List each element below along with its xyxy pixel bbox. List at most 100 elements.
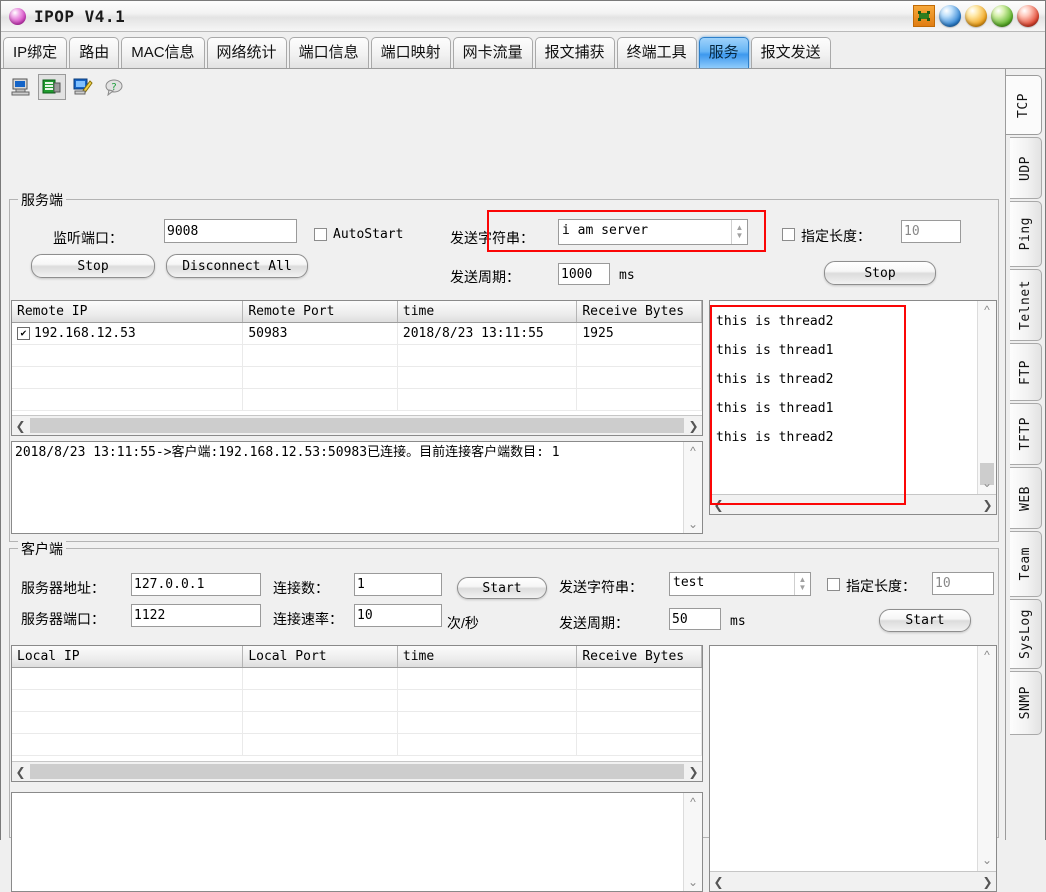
server-send-period-unit: ms: [619, 268, 635, 283]
scroll-left-icon[interactable]: ❮: [12, 419, 29, 433]
pin-icon[interactable]: [913, 5, 935, 27]
server-address-input[interactable]: [131, 573, 261, 596]
client-send-period-input[interactable]: [669, 608, 721, 630]
scroll-up-icon[interactable]: ^: [978, 301, 996, 319]
table-row: [12, 367, 702, 389]
table-row: [12, 690, 702, 712]
client-table-hscrollbar[interactable]: ❮ ❯: [12, 761, 702, 781]
side-tab-udp[interactable]: UDP: [1010, 137, 1042, 199]
scroll-up-icon[interactable]: ^: [978, 646, 996, 664]
tab-terminal-tools[interactable]: 终端工具: [616, 37, 697, 68]
hscroll-thumb[interactable]: [728, 874, 978, 889]
cell-remote-port: 50983: [243, 323, 398, 344]
scroll-down-icon[interactable]: ⌄: [684, 515, 702, 533]
tab-route[interactable]: 路由: [69, 37, 120, 68]
side-tab-tcp[interactable]: TCP: [1006, 75, 1042, 135]
scroll-down-icon[interactable]: ⌄: [978, 474, 996, 492]
computer-icon[interactable]: [7, 74, 35, 100]
server-send-string-input[interactable]: i am server ▲ ▼: [558, 219, 748, 245]
scroll-left-icon[interactable]: ❮: [710, 498, 727, 512]
svg-text:?: ?: [111, 82, 116, 93]
hscroll-thumb[interactable]: [728, 497, 978, 512]
client-connections-table[interactable]: Local IP Local Port time Receive Bytes ❮…: [11, 645, 703, 782]
scroll-right-icon[interactable]: ❯: [979, 498, 996, 512]
client-send-start-button[interactable]: Start: [879, 609, 971, 632]
cell-empty: [243, 734, 398, 755]
scroll-left-icon[interactable]: ❮: [12, 765, 29, 779]
scroll-right-icon[interactable]: ❯: [685, 765, 702, 779]
server-send-string-spinner[interactable]: ▲ ▼: [731, 220, 747, 244]
scroll-right-icon[interactable]: ❯: [685, 419, 702, 433]
server-send-stop-button[interactable]: Stop: [824, 261, 936, 285]
restore-orb-button[interactable]: [991, 5, 1013, 27]
column-remote-ip: Remote IP: [12, 301, 244, 322]
connection-rate-input[interactable]: [354, 604, 442, 627]
server-log-vscrollbar[interactable]: ^ ⌄: [683, 442, 702, 533]
autostart-checkbox[interactable]: [314, 228, 327, 241]
server-fixed-length-input[interactable]: [901, 220, 961, 243]
server-table-hscrollbar[interactable]: ❮ ❯: [12, 415, 702, 435]
tab-net-stats[interactable]: 网络统计: [206, 37, 287, 68]
side-tab-syslog[interactable]: SysLog: [1010, 599, 1042, 669]
scroll-left-icon[interactable]: ❮: [710, 875, 727, 889]
server-icon[interactable]: [38, 74, 66, 100]
tab-service[interactable]: 服务: [698, 37, 749, 68]
client-fixed-length-input[interactable]: [932, 572, 994, 595]
tab-nic-traffic[interactable]: 网卡流量: [452, 37, 533, 68]
tab-ip-binding[interactable]: IP绑定: [3, 37, 68, 68]
tab-port-mapping[interactable]: 端口映射: [370, 37, 451, 68]
side-tab-team[interactable]: Team: [1010, 531, 1042, 597]
side-tab-ftp[interactable]: FTP: [1010, 343, 1042, 401]
disconnect-all-button[interactable]: Disconnect All: [166, 254, 308, 278]
server-port-input[interactable]: [131, 604, 261, 627]
scroll-down-icon[interactable]: ⌄: [978, 851, 996, 869]
hscroll-thumb[interactable]: [30, 418, 684, 433]
scroll-right-icon[interactable]: ❯: [979, 875, 996, 889]
client-send-string-spinner[interactable]: ▲ ▼: [794, 573, 810, 595]
side-tab-label: FTP: [1018, 359, 1033, 385]
tab-mac-info[interactable]: MAC信息: [121, 37, 205, 68]
hscroll-thumb[interactable]: [30, 764, 684, 779]
tab-packet-capture[interactable]: 报文捕获: [534, 37, 615, 68]
server-fixed-length-checkbox[interactable]: [782, 228, 795, 241]
side-tab-ping[interactable]: Ping: [1010, 201, 1042, 267]
client-receive-pane[interactable]: ^ ⌄ ❮ ❯: [709, 645, 997, 892]
cell-empty: [398, 690, 578, 711]
minimize-orb-button[interactable]: [939, 5, 961, 27]
client-fixed-length-checkbox[interactable]: [827, 578, 840, 591]
table-row[interactable]: ✔ 192.168.12.53 50983 2018/8/23 13:11:55…: [12, 323, 702, 345]
maximize-orb-button[interactable]: [965, 5, 987, 27]
side-tab-tftp[interactable]: TFTP: [1010, 403, 1042, 465]
edit-screen-icon[interactable]: [69, 74, 97, 100]
client-log-pane[interactable]: ^ ⌄: [11, 792, 703, 892]
server-send-period-input[interactable]: [558, 263, 610, 285]
connection-count-input[interactable]: [354, 573, 442, 596]
receive-line: this is thread1: [716, 343, 834, 358]
server-log-pane[interactable]: 2018/8/23 13:11:55->客户端:192.168.12.53:50…: [11, 441, 703, 534]
side-tab-telnet[interactable]: Telnet: [1010, 269, 1042, 341]
tab-port-info[interactable]: 端口信息: [288, 37, 369, 68]
row-checkbox[interactable]: ✔: [17, 327, 30, 340]
scroll-down-icon[interactable]: ⌄: [684, 873, 702, 891]
server-receive-vscrollbar[interactable]: ^ ⌄: [977, 301, 996, 514]
scroll-up-icon[interactable]: ^: [684, 793, 702, 811]
scroll-up-icon[interactable]: ^: [684, 442, 702, 460]
client-start-button[interactable]: Start: [457, 577, 547, 599]
client-log-vscrollbar[interactable]: ^ ⌄: [683, 793, 702, 891]
server-receive-hscrollbar[interactable]: ❮ ❯: [710, 494, 996, 514]
side-tab-web[interactable]: WEB: [1010, 467, 1042, 529]
server-stop-button[interactable]: Stop: [31, 254, 155, 278]
listen-port-input[interactable]: [164, 219, 297, 243]
cell-empty: [243, 712, 398, 733]
server-receive-pane[interactable]: this is thread2 this is thread1 this is …: [709, 300, 997, 515]
server-connections-table[interactable]: Remote IP Remote Port time Receive Bytes…: [11, 300, 703, 436]
client-send-string-input[interactable]: test ▲ ▼: [669, 572, 811, 596]
tab-packet-send[interactable]: 报文发送: [750, 37, 831, 68]
client-receive-vscrollbar[interactable]: ^ ⌄: [977, 646, 996, 891]
client-receive-hscrollbar[interactable]: ❮ ❯: [710, 871, 996, 891]
cell-empty: [12, 367, 244, 388]
help-balloon-icon[interactable]: ?: [100, 74, 128, 100]
close-orb-button[interactable]: [1017, 5, 1039, 27]
app-title: IPOP V4.1: [34, 6, 126, 26]
side-tab-snmp[interactable]: SNMP: [1010, 671, 1042, 735]
